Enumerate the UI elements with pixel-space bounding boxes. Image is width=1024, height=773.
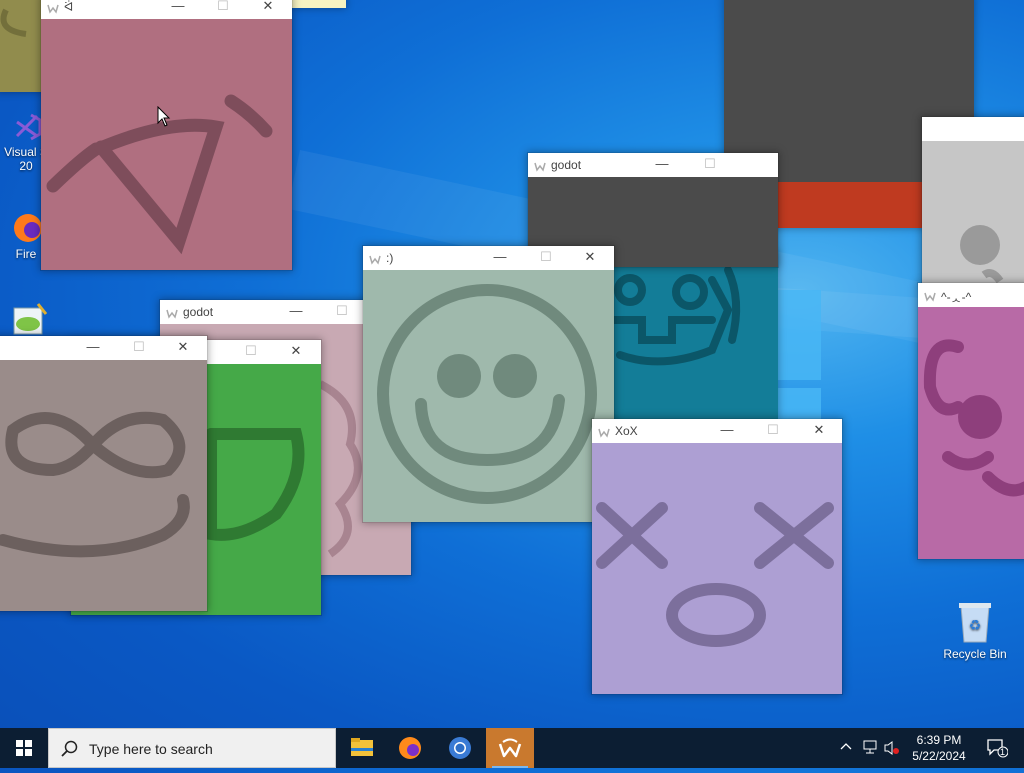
recycle-bin-icon: ♻ [959, 603, 991, 643]
taskbar-firefox[interactable] [386, 728, 434, 768]
chevron-up-icon[interactable] [840, 741, 852, 753]
window-canvas [0, 360, 207, 611]
godot-icon [598, 428, 610, 438]
window-canvas [612, 250, 778, 420]
window-title: godot [551, 158, 582, 172]
maximize-button[interactable]: ☐ [761, 422, 785, 440]
svg-text:♻: ♻ [969, 618, 982, 634]
window-canvas [41, 19, 292, 270]
taskbar-chrome[interactable] [436, 728, 484, 768]
wallpaper-logo-pane [777, 290, 821, 380]
window-canvas [922, 141, 1024, 283]
godot-icon [498, 738, 522, 758]
godot-icon [534, 162, 546, 172]
window-titlebar[interactable]: XoX — ☐ ✕ [592, 419, 842, 443]
window-titlebar[interactable] [922, 117, 1024, 141]
maximize-button[interactable]: ☐ [239, 343, 263, 361]
desktop-icon-label: Recycle Bin [943, 647, 1007, 661]
volume-muted-icon[interactable] [884, 740, 900, 756]
minimize-button[interactable]: — [715, 422, 739, 440]
windows-logo-icon [16, 740, 32, 756]
window-canvas [592, 443, 842, 694]
start-button[interactable] [0, 728, 48, 768]
window-right-gray[interactable] [921, 116, 1024, 284]
network-icon[interactable] [862, 740, 878, 754]
window-titlebar[interactable]: ᐛ — ☐ ✕ [41, 0, 292, 19]
face-drawing [46, 94, 273, 255]
maximize-button[interactable]: ☐ [127, 339, 151, 357]
search-placeholder: Type here to search [89, 741, 213, 757]
notification-center-button[interactable]: 1 [980, 728, 1014, 768]
window-title: ^-ᆺ-^ [941, 290, 972, 304]
window-right-pink[interactable]: ^-ᆺ-^ [917, 282, 1024, 560]
godot-icon [924, 292, 936, 302]
window-titlebar[interactable]: ^-ᆺ-^ [918, 283, 1024, 307]
taskbar-file-explorer[interactable] [338, 728, 386, 768]
close-button[interactable]: ✕ [284, 343, 308, 361]
clock-time: 6:39 PM [916, 733, 962, 747]
godot-icon [166, 309, 178, 319]
window-smiley[interactable]: :) — ☐ ✕ [362, 245, 615, 523]
window-canvas [363, 270, 614, 522]
window-title: XoX [615, 424, 638, 438]
close-button[interactable]: ✕ [807, 422, 831, 440]
godot-icon [47, 4, 59, 14]
window-canvas [918, 307, 1024, 559]
firefox-icon [399, 737, 421, 759]
window-top-left[interactable]: ᐛ — ☐ ✕ [40, 0, 293, 271]
desktop-icon-recycle-bin[interactable]: ♻ Recycle Bin [937, 600, 1013, 661]
minimize-button[interactable]: — [284, 303, 308, 321]
window-titlebar[interactable]: — ☐ ✕ [0, 336, 207, 360]
minimize-button[interactable]: — [488, 249, 512, 267]
minimize-button[interactable]: — [81, 339, 105, 357]
window-titlebar[interactable]: godot — ☐ [528, 153, 778, 177]
notepad-icon [13, 303, 48, 335]
close-button[interactable]: ✕ [256, 0, 280, 16]
chrome-icon [449, 737, 471, 759]
minimize-button[interactable]: — [166, 0, 190, 16]
maximize-button[interactable]: ☐ [698, 156, 722, 174]
visual-studio-icon [15, 113, 42, 141]
maximize-button[interactable]: ☐ [330, 303, 354, 321]
window-title: ᐛ [64, 0, 74, 14]
taskbar-clock[interactable]: 6:39 PM 5/22/2024 [900, 728, 978, 768]
search-box[interactable]: Type here to search [48, 728, 336, 768]
clock-date: 5/22/2024 [912, 749, 966, 763]
taskbar: Type here to search 6:39 PM 5/22/2024 1 [0, 728, 1024, 768]
window-titlebar[interactable]: :) — ☐ ✕ [363, 246, 614, 270]
window-xox[interactable]: XoX — ☐ ✕ [591, 418, 843, 695]
window-title: godot [183, 305, 214, 319]
face-drawing [596, 502, 834, 647]
close-button[interactable]: ✕ [578, 249, 602, 267]
godot-icon [369, 255, 381, 265]
file-explorer-icon [351, 738, 373, 756]
maximize-button[interactable]: ☐ [211, 0, 235, 16]
mouse-cursor-icon [157, 106, 171, 127]
face-drawing [377, 284, 597, 504]
maximize-button[interactable]: ☐ [534, 249, 558, 267]
system-tray [836, 728, 900, 768]
window-teal[interactable] [612, 250, 778, 420]
window-canvas [0, 0, 44, 92]
face-drawing [923, 339, 1024, 497]
desktop: Visual S 20 Fire ♻ Recycle Bin ᐛ — ☐ ✕ g… [0, 0, 1024, 728]
taskbar-godot[interactable] [486, 728, 534, 768]
minimize-button[interactable]: — [650, 156, 674, 174]
window-olive[interactable] [0, 0, 44, 92]
window-infinity[interactable]: — ☐ ✕ [0, 335, 208, 612]
window-yellow[interactable] [292, 0, 346, 8]
window-title: :) [386, 251, 394, 265]
close-button[interactable]: ✕ [171, 339, 195, 357]
search-icon [61, 740, 78, 757]
notification-count: 1 [1000, 747, 1006, 757]
face-drawing [0, 411, 190, 558]
desktop-icon-notepad[interactable] [0, 302, 66, 339]
